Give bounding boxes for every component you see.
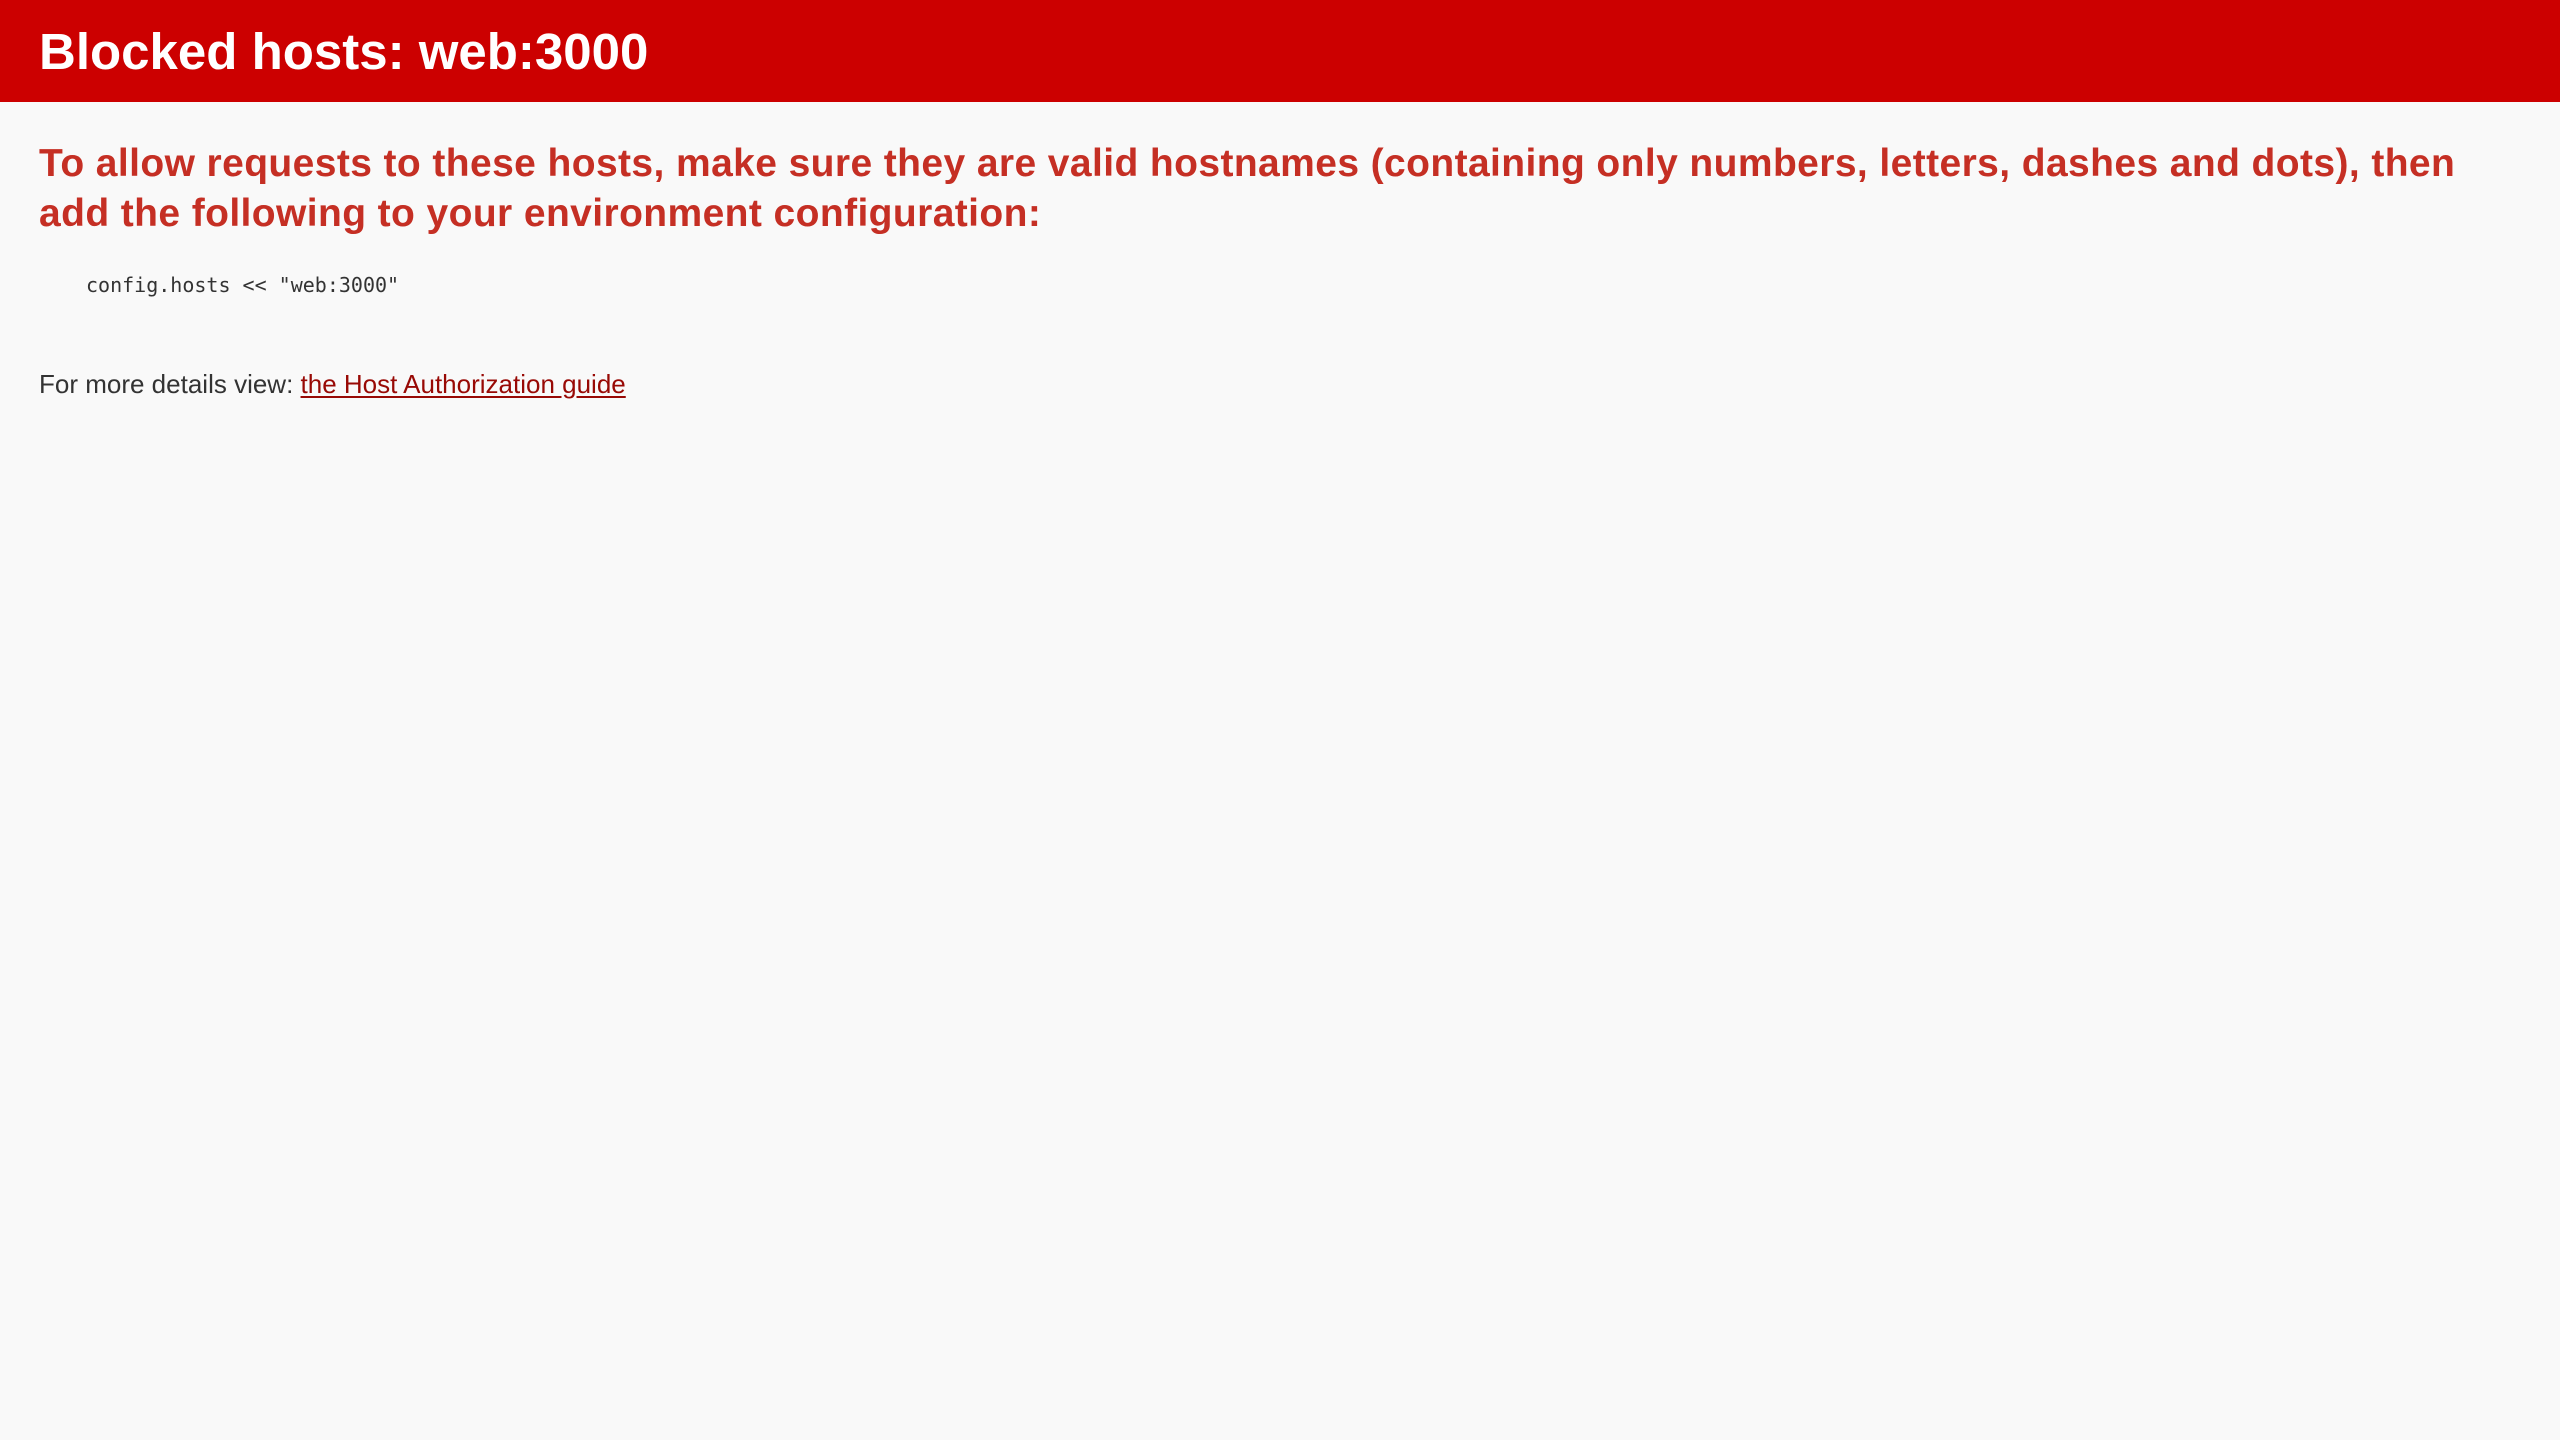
host-authorization-guide-link[interactable]: the Host Authorization guide [301, 369, 626, 399]
config-code-snippet: config.hosts << "web:3000" [39, 273, 2521, 297]
details-paragraph: For more details view: the Host Authoriz… [39, 369, 2521, 400]
error-header: Blocked hosts: web:3000 [0, 0, 2560, 102]
config-code: config.hosts << "web:3000" [86, 273, 400, 297]
details-prefix: For more details view: [39, 369, 301, 399]
instructions-heading: To allow requests to these hosts, make s… [39, 142, 2456, 235]
error-content: To allow requests to these hosts, make s… [0, 139, 2560, 400]
page-title: Blocked hosts: web:3000 [39, 22, 649, 80]
